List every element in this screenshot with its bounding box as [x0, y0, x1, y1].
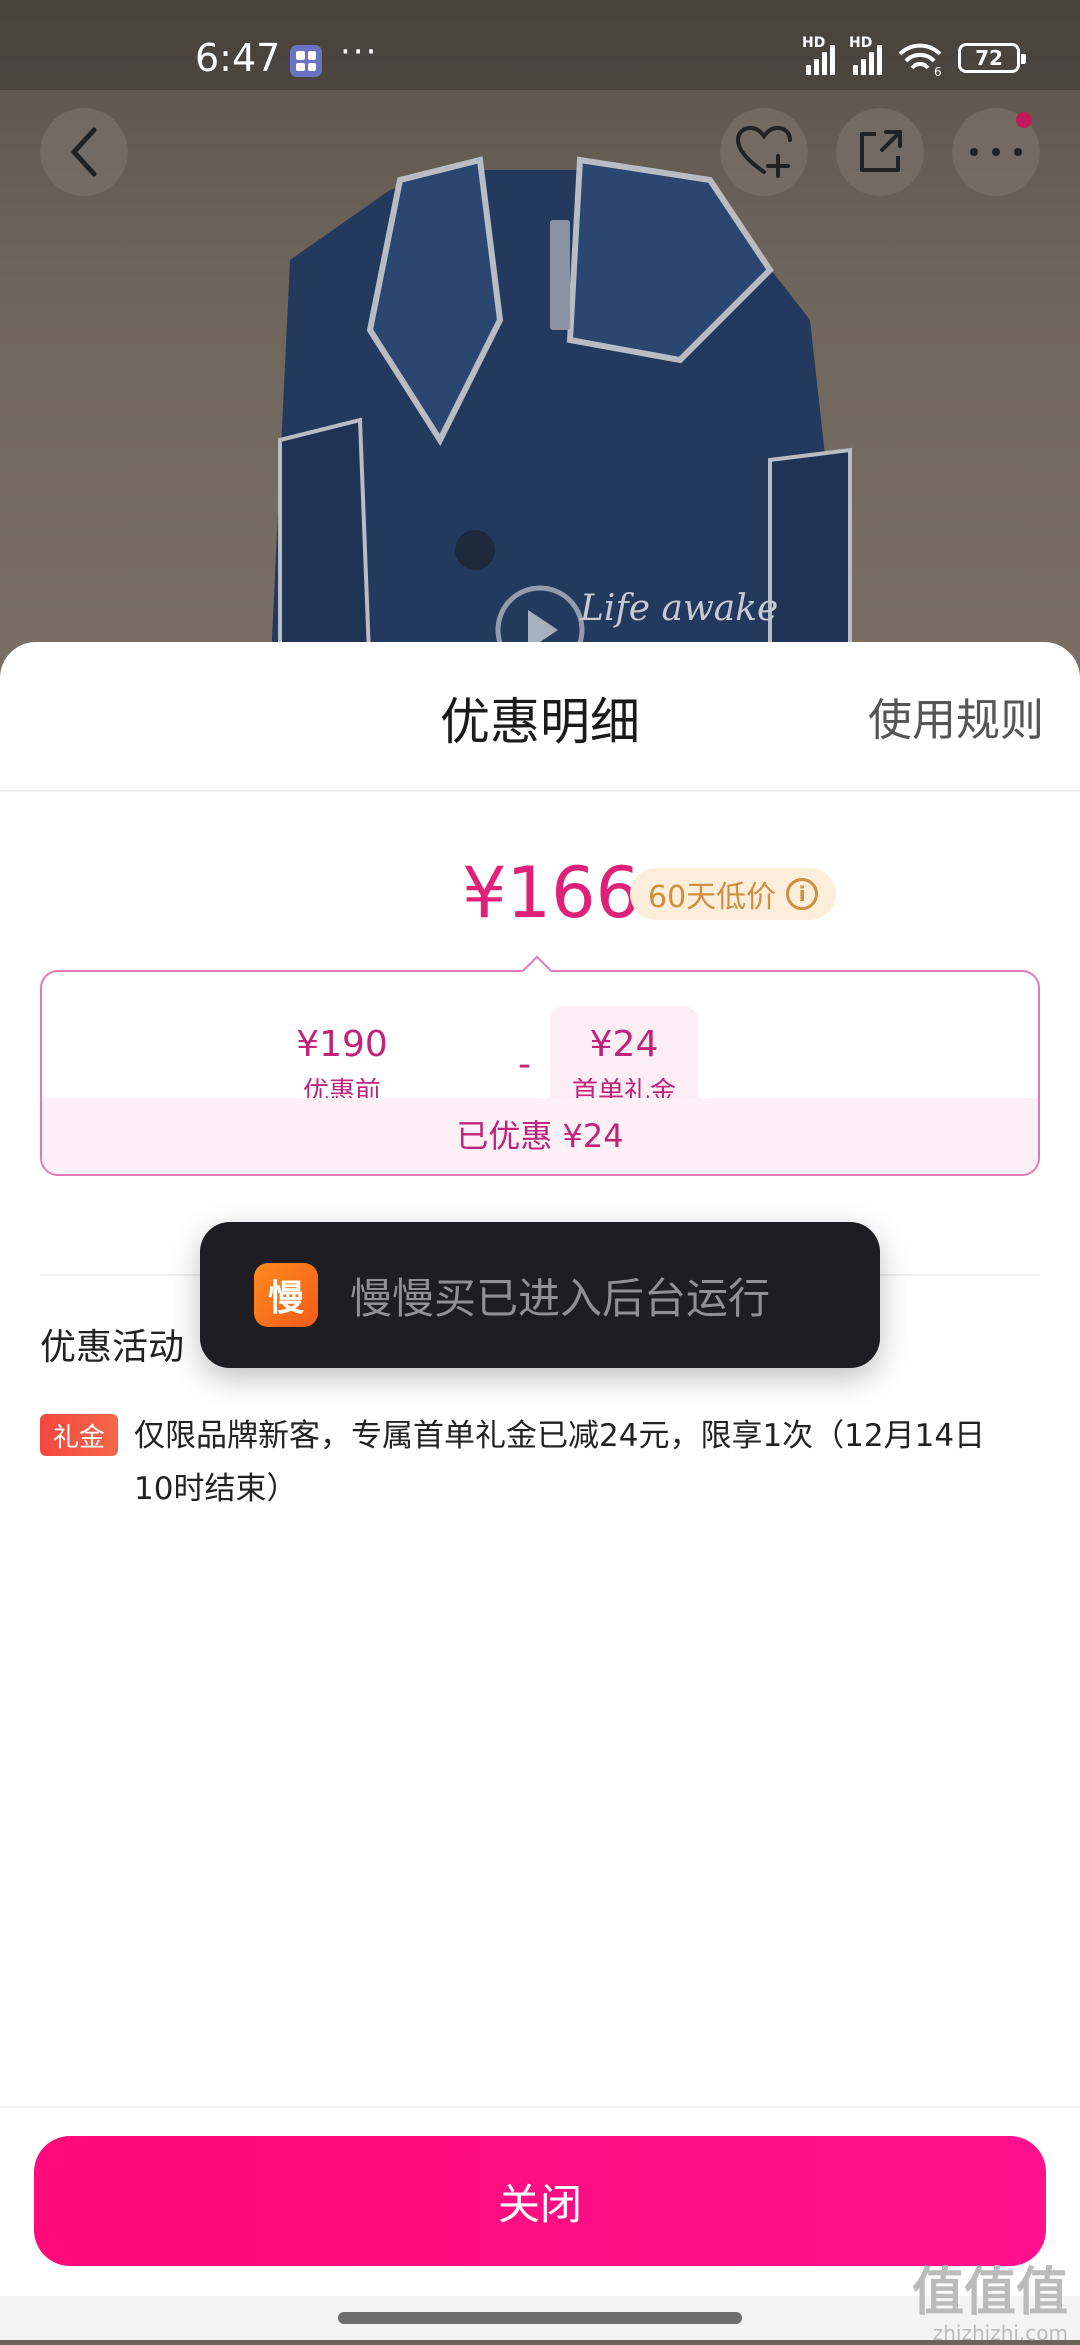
close-button[interactable]: 关闭 — [34, 2136, 1046, 2266]
promo-description: 仅限品牌新客，专属首单礼金已减24元，限享1次（12月14日10时结束） — [134, 1418, 986, 1507]
gift-amount: ¥24 — [589, 1024, 659, 1065]
heart-plus-icon — [735, 125, 792, 178]
usage-rules-link[interactable]: 使用规则 — [868, 684, 1044, 748]
share-icon — [860, 130, 902, 172]
discount-details-sheet: 优惠明细 使用规则 ¥166 60天低价 i ¥190 优惠前 - ¥24 首单… — [0, 642, 1080, 2340]
chevron-left-icon — [71, 127, 97, 177]
original-price: ¥190 — [296, 1024, 388, 1065]
final-price: ¥166 — [462, 852, 641, 934]
product-photo-pajamas: Life awake — [270, 156, 852, 682]
manmanbuy-app-icon: 慢 — [254, 1263, 318, 1327]
more-icon — [970, 148, 1022, 156]
divider — [0, 790, 1080, 792]
low-price-badge[interactable]: 60天低价 i — [630, 868, 837, 920]
back-button[interactable] — [40, 108, 128, 196]
favorite-button[interactable] — [720, 108, 808, 196]
original-price-block: ¥190 优惠前 — [262, 1024, 422, 1108]
divider — [0, 2106, 1080, 2108]
minus-sign: - — [518, 1044, 531, 1085]
status-bar: 6:47 ··· HD HD 6 72 — [0, 0, 1080, 90]
home-indicator[interactable] — [338, 2312, 742, 2324]
signal-icon: HD — [802, 35, 835, 75]
watermark-url: zhizhizhi.com — [932, 2321, 1068, 2345]
promo-tag: 礼金 — [40, 1414, 118, 1456]
price-breakdown: ¥190 优惠前 - ¥24 首单礼金 已优惠 ¥24 — [40, 970, 1040, 1176]
toast-message: 慢慢买已进入后台运行 — [350, 1273, 771, 1323]
more-button[interactable] — [952, 108, 1040, 196]
notification-dot — [1016, 112, 1032, 128]
signal-icon-2: HD — [849, 35, 882, 75]
svg-text:6: 6 — [934, 65, 942, 76]
saved-amount: 已优惠 ¥24 — [42, 1098, 1038, 1174]
jacket-embroidery: Life awake — [579, 588, 778, 629]
share-button[interactable] — [836, 108, 924, 196]
more-notifications-icon: ··· — [340, 32, 379, 72]
app-notification-icon — [290, 45, 322, 77]
low-price-badge-label: 60天低价 — [648, 880, 777, 915]
battery-icon: 72 — [958, 43, 1026, 73]
watermark-logo: 值值值 — [911, 2263, 1068, 2323]
info-icon: i — [786, 878, 819, 910]
background-running-toast: 慢 慢慢买已进入后台运行 — [200, 1222, 880, 1368]
site-watermark: 值值值 zhizhizhi.com — [912, 2250, 1068, 2345]
status-time: 6:47 — [195, 36, 281, 80]
product-image-area[interactable]: Life awake 6:47 ··· HD HD 6 72 — [0, 0, 1080, 700]
promo-heading: 优惠活动 — [40, 1327, 185, 1368]
wifi-icon: 6 — [898, 43, 942, 76]
